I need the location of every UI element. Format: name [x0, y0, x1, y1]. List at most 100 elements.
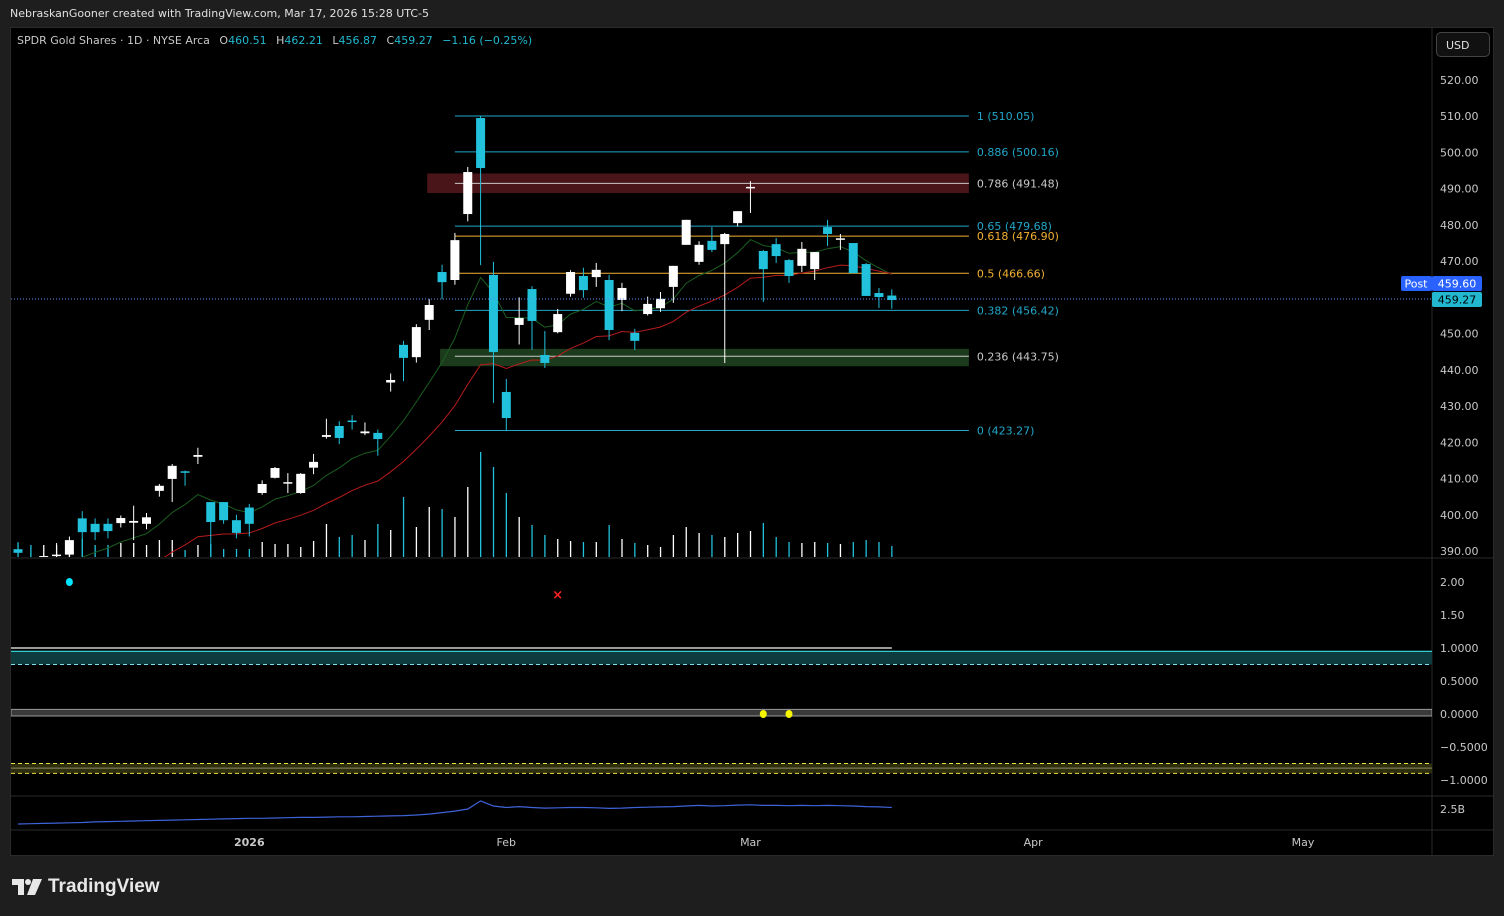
- candle-down: [527, 289, 537, 321]
- yellow-dot-signal-icon: [785, 710, 793, 718]
- volume-bar: [287, 544, 289, 557]
- price-tick-label: 390.00: [1440, 545, 1479, 558]
- volume-bar: [711, 535, 713, 557]
- open-value: 460.51: [228, 34, 267, 47]
- volume-bar: [197, 545, 199, 557]
- candle-down: [437, 272, 447, 283]
- candle-down: [540, 354, 550, 363]
- candle-up: [835, 238, 845, 240]
- candle-down: [784, 260, 794, 277]
- candle-down: [13, 549, 23, 553]
- candle-down: [244, 507, 254, 524]
- indicator-tick-label: 2.00: [1440, 576, 1465, 589]
- price-tick-label: 520.00: [1440, 74, 1479, 87]
- volume-bar: [659, 547, 662, 557]
- candle-down: [578, 276, 588, 291]
- moving-averages: [81, 238, 893, 557]
- volume-bar: [608, 525, 610, 557]
- candle-up: [193, 454, 203, 457]
- candle-down: [373, 432, 383, 440]
- sell-signal-x-icon: ×: [552, 588, 563, 603]
- last-price-tag: 459.27: [1432, 292, 1482, 307]
- volume-bar: [300, 547, 302, 557]
- candle-up: [694, 244, 704, 262]
- volume-bar: [184, 550, 186, 557]
- time-tick-label: Apr: [1024, 836, 1044, 849]
- fib-level-label: 1 (510.05): [977, 110, 1035, 123]
- price-tick-label: 490.00: [1440, 183, 1479, 196]
- symbol-name[interactable]: SPDR Gold Shares · 1D · NYSE Arca: [17, 34, 210, 47]
- fib-level-label: 0.382 (456.42): [977, 304, 1059, 317]
- symbol-legend[interactable]: SPDR Gold Shares · 1D · NYSE Arca O460.5…: [17, 34, 532, 47]
- price-tick-label: 440.00: [1440, 364, 1479, 377]
- volume-bar: [171, 540, 173, 557]
- candle-up: [450, 240, 460, 280]
- candle-down: [103, 523, 113, 532]
- volume-bar: [826, 543, 829, 557]
- volume-bar: [582, 542, 585, 557]
- price-tick-label: 470.00: [1440, 255, 1479, 268]
- volume-bar: [441, 509, 443, 557]
- upper-band: [11, 651, 1432, 665]
- post-price-tag: Post 459.60: [1401, 276, 1482, 291]
- volume-bar: [351, 535, 353, 557]
- candle-up: [296, 473, 306, 494]
- volume-bar: [158, 540, 161, 557]
- volume-bar: [685, 527, 687, 557]
- candle-up: [142, 517, 151, 524]
- volume-bar: [274, 544, 276, 557]
- candle-down: [874, 293, 884, 298]
- candle-up: [167, 465, 177, 479]
- candle-down: [206, 502, 216, 523]
- price-axis[interactable]: 520.00510.00500.00490.00480.00470.00460.…: [1440, 74, 1479, 558]
- post-tag-label: Post: [1404, 278, 1428, 291]
- candle-up: [643, 303, 653, 315]
- fib-level-label: 0.236 (443.75): [977, 350, 1059, 363]
- high-value: 462.21: [284, 34, 323, 47]
- last-price-label: 459.27: [1438, 294, 1477, 307]
- volume-bar: [749, 531, 752, 557]
- candle-down: [707, 240, 717, 250]
- candle-down: [630, 332, 640, 341]
- currency-button[interactable]: USD: [1436, 32, 1490, 57]
- price-tick-label: 500.00: [1440, 146, 1479, 159]
- volume-bar: [569, 541, 572, 557]
- fib-retracement[interactable]: 1 (510.05) 0.886 (500.16) 0.786 (491.48) 0.…: [454, 110, 1059, 437]
- fib-level-label: 0.786 (491.48): [977, 177, 1059, 190]
- time-axis[interactable]: 2026 Feb Mar Apr May: [234, 836, 1315, 849]
- candle-up: [681, 219, 691, 245]
- price-tick-label: 480.00: [1440, 219, 1479, 232]
- time-tick-label: 2026: [234, 836, 265, 849]
- candle-up: [591, 269, 601, 278]
- volume-bar: [325, 524, 328, 557]
- volume-bar: [737, 533, 739, 557]
- tradingview-logo-icon: [12, 879, 42, 895]
- candle-up: [129, 520, 139, 523]
- price-tick-label: 450.00: [1440, 328, 1479, 341]
- candle-up: [810, 252, 820, 270]
- tradingview-logo[interactable]: TradingView: [12, 876, 160, 898]
- volume-bar: [402, 497, 405, 557]
- candle-down: [488, 274, 498, 353]
- volume-bar: [94, 545, 96, 557]
- volume-bar: [839, 544, 842, 557]
- candle-down: [861, 264, 871, 296]
- candle-up: [411, 327, 421, 358]
- fib-level-label: 0.5 (466.66): [977, 267, 1045, 280]
- candle-down: [347, 420, 357, 423]
- volume-bar: [235, 549, 238, 557]
- candle-up: [64, 540, 74, 555]
- volume-bar: [775, 537, 777, 557]
- indicator-axis[interactable]: 2.00 1.50 1.0000 0.5000 0.0000 −0.5000 −1.0000: [1440, 576, 1488, 787]
- volume-bar: [672, 535, 675, 557]
- change-value: −1.16 (−0.25%): [442, 34, 533, 47]
- candle-down: [334, 426, 344, 438]
- chart-canvas[interactable]: 1 (510.05) 0.886 (500.16) 0.786 (491.48) 0.…: [0, 0, 1504, 916]
- candle-down: [476, 118, 486, 169]
- volume-bar: [557, 539, 559, 557]
- volume-bar: [544, 535, 546, 557]
- candle-up: [309, 461, 319, 468]
- volume-bar: [878, 542, 880, 557]
- candle-up: [386, 379, 396, 383]
- volume-bar: [467, 487, 469, 557]
